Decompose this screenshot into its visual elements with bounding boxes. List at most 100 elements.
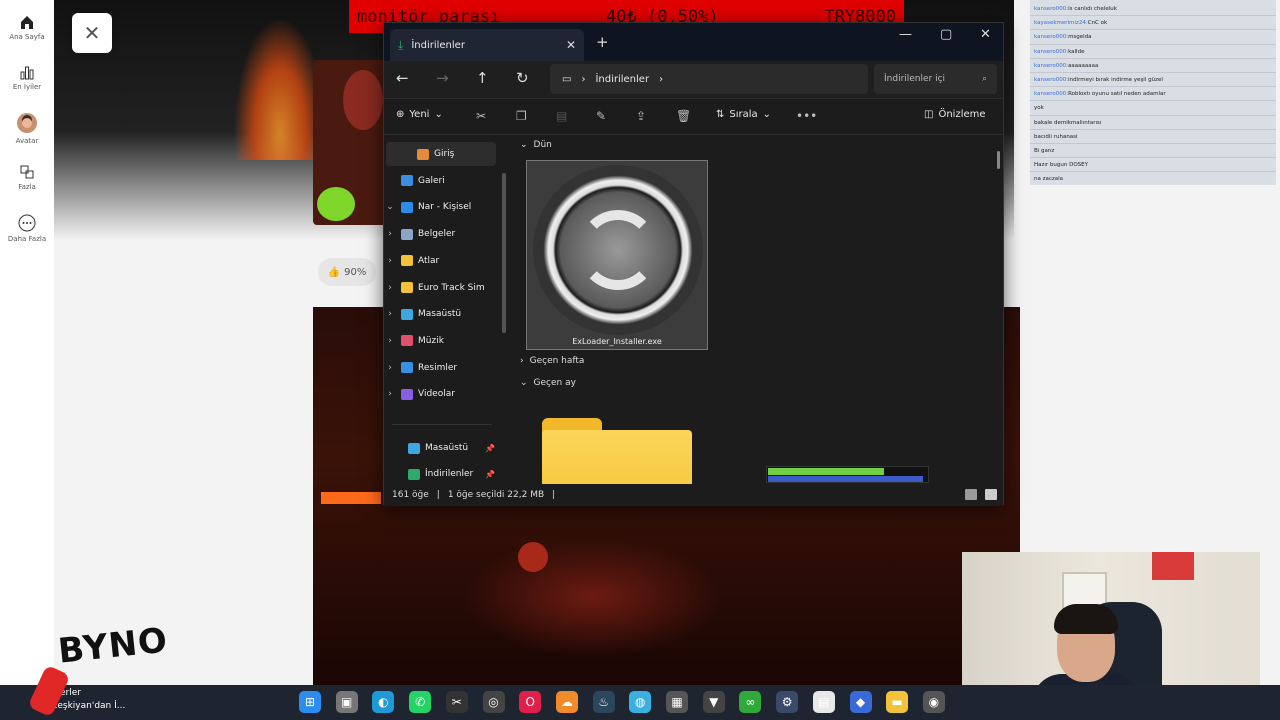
globe-app-icon[interactable]: ◍ [629, 691, 652, 713]
windows-start-icon[interactable]: ⊞ [299, 691, 321, 713]
folder-icon[interactable] [542, 418, 692, 484]
chat-text: indirmeyi bırak indirme yeşil güzel [1068, 76, 1163, 83]
nav-item[interactable]: › Euro Track Sim [384, 276, 509, 300]
settings-app-icon[interactable]: ⚙ [776, 691, 799, 713]
new-button[interactable]: ⊕ Yeni ⌄ [396, 109, 443, 120]
folder-icon [401, 255, 413, 267]
sort-button[interactable]: ⇅ Sırala ⌄ [716, 109, 771, 120]
nav-item[interactable]: › Videolar [384, 382, 509, 406]
quick-access-item[interactable]: İndirilenler 📌 [384, 462, 509, 484]
group-yesterday[interactable]: ⌄ Dün [520, 140, 552, 150]
chat-username: kayasekmerimiz24: [1034, 20, 1088, 27]
expand-chevron-icon[interactable]: › [384, 229, 396, 239]
details-view-icon[interactable] [965, 489, 977, 500]
capcut-icon[interactable]: ✂ [445, 691, 468, 713]
whatsapp-icon[interactable]: ✆ [409, 691, 432, 713]
breadcrumb-downloads[interactable]: İndirilenler [595, 74, 649, 85]
rename-icon[interactable]: ✎ [596, 109, 606, 123]
steam-icon[interactable]: ♨ [592, 691, 615, 713]
opera-gx-icon[interactable]: O [519, 691, 542, 713]
documents-icon [401, 228, 413, 240]
search-placeholder: İndirilenler içi [884, 74, 946, 84]
chevron-right-icon: › [520, 356, 524, 366]
cloud-app-icon[interactable]: ☁ [555, 691, 578, 713]
tab-downloads[interactable]: ⤓ İndirilenler ✕ [390, 29, 584, 61]
minimize-button[interactable]: — [899, 27, 912, 42]
file-manager-icon[interactable]: ▣ [335, 691, 358, 713]
back-arrow-icon[interactable]: ← [396, 69, 409, 87]
chat-text: aaaaaaaaa [1068, 62, 1099, 69]
search-input[interactable]: İndirilenler içi ⌕ [874, 64, 997, 94]
item-count: 161 öğe [392, 490, 429, 500]
explorer-icon[interactable]: ▬ [886, 691, 909, 713]
window-close-button[interactable]: ✕ [980, 27, 991, 42]
expand-chevron-icon[interactable]: › [384, 389, 396, 399]
nav-item[interactable]: › Müzik [384, 329, 509, 353]
close-overlay-button[interactable]: ✕ [72, 13, 112, 53]
expand-chevron-icon[interactable]: › [384, 336, 396, 346]
expand-chevron-icon[interactable]: › [384, 363, 396, 373]
pin-icon[interactable]: 📌 [485, 470, 495, 479]
rail-charts[interactable]: En İyiler [0, 64, 54, 91]
copy-icon[interactable]: ❐ [516, 109, 527, 123]
paste-icon[interactable]: ▤ [556, 109, 567, 123]
nav-item[interactable]: Giriş [386, 142, 496, 166]
unity-icon[interactable]: ▦ [666, 691, 688, 713]
forward-arrow-icon[interactable]: → [436, 69, 449, 87]
avatar-icon [17, 113, 37, 133]
quick-access-item[interactable]: Masaüstü 📌 [384, 436, 509, 460]
file-item-selected[interactable]: ExLoader_Installer.exe [526, 160, 708, 350]
chat-message: kansero000:msgelda [1030, 30, 1276, 45]
nav-item[interactable]: › Masaüstü [384, 302, 509, 326]
notepad-icon[interactable]: ▤ [812, 691, 835, 713]
new-tab-button[interactable]: + [596, 33, 609, 51]
expand-chevron-icon[interactable]: › [384, 256, 396, 266]
nav-item[interactable]: › Atlar [384, 249, 509, 273]
group-last-week[interactable]: › Geçen hafta [520, 356, 584, 366]
preview-button[interactable]: ◫ Önizleme [924, 109, 986, 120]
group-last-month[interactable]: ⌄ Geçen ay [520, 378, 576, 388]
content-scrollbar[interactable] [997, 151, 1000, 169]
maximize-button[interactable]: ▢ [940, 27, 952, 42]
vivaldi-icon[interactable]: ▼ [702, 691, 725, 713]
expand-chevron-icon[interactable]: ⌄ [384, 202, 396, 212]
obs-icon[interactable]: ◎ [482, 691, 505, 713]
nav-item-label: Euro Track Sim [418, 282, 485, 293]
delete-icon[interactable]: 🗑 [676, 109, 691, 123]
chat-text: Robloxtı oyunu satıl neden adamlar [1068, 91, 1166, 98]
share-icon[interactable]: ⇪ [636, 109, 646, 123]
rail-more[interactable]: Daha Fazla [0, 214, 54, 243]
progress-overlay [766, 466, 929, 483]
nav-item[interactable]: Galeri [384, 169, 509, 193]
pictures-icon [401, 362, 413, 374]
chat-message: kansero000:Robloxtı oyunu satıl neden ad… [1030, 87, 1276, 102]
progress-fill [768, 468, 884, 475]
game-thumbnail[interactable] [313, 60, 388, 225]
app-icon[interactable]: ◉ [922, 691, 945, 713]
nav-scrollbar[interactable] [502, 173, 506, 333]
rail-shapes[interactable]: Fazla [0, 164, 54, 191]
nav-item[interactable]: › Belgeler [384, 222, 509, 246]
refresh-icon[interactable]: ↻ [516, 69, 529, 87]
expand-chevron-icon[interactable]: › [384, 309, 396, 319]
expand-chevron-icon[interactable]: › [384, 283, 396, 293]
xbox-app-icon[interactable]: ∞ [739, 691, 762, 713]
explorer-tab-bar: ⤓ İndirilenler ✕ + — ▢ ✕ [384, 23, 1003, 61]
edge-icon[interactable]: ◐ [372, 691, 395, 713]
cut-icon[interactable]: ✂ [476, 109, 486, 123]
nav-item[interactable]: ⌄ Nar - Kişisel [384, 195, 509, 219]
chat-username: kansero000: [1034, 62, 1069, 69]
more-options-icon[interactable]: ••• [796, 109, 817, 123]
rail-avatar[interactable]: Avatar [0, 112, 54, 145]
logo-slash [27, 664, 71, 718]
like-rating[interactable]: 👍 90% [318, 258, 376, 286]
chat-username: kansero000: [1034, 6, 1069, 12]
roblox-studio-icon[interactable]: ◆ [849, 691, 872, 713]
pin-icon[interactable]: 📌 [485, 444, 495, 453]
up-arrow-icon[interactable]: ↑ [476, 69, 489, 87]
address-bar[interactable]: ▭ › İndirilenler › [550, 64, 868, 94]
nav-item[interactable]: › Resimler [384, 356, 509, 380]
tiles-view-icon[interactable] [985, 489, 997, 500]
tab-close-icon[interactable]: ✕ [566, 38, 576, 52]
rail-home[interactable]: Ana Sayfa [0, 14, 54, 41]
